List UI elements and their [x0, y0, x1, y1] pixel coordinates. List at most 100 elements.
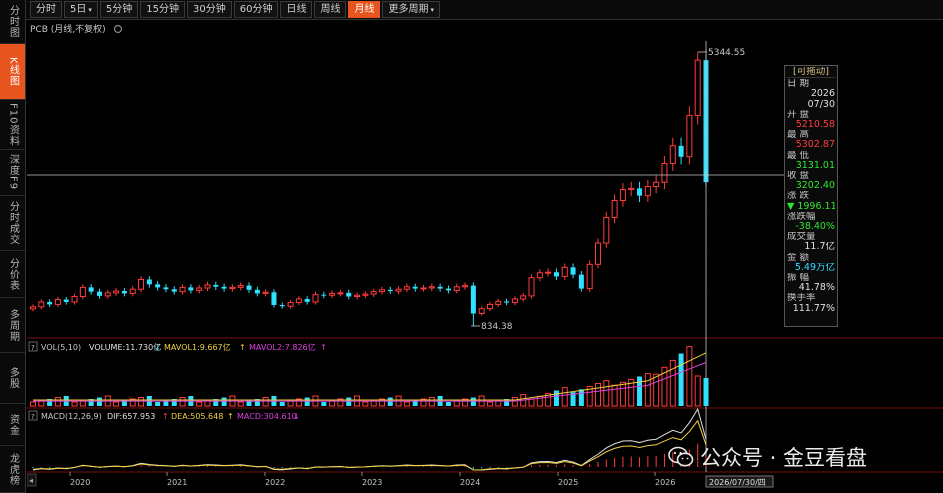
sidebar-item-7[interactable]: 多周期: [0, 298, 25, 353]
watermark-text: 公众号 · 金豆看盘: [700, 446, 868, 470]
candle-body-up: [295, 298, 302, 304]
sidebar-item-5[interactable]: 分时成交: [0, 196, 25, 251]
period-tab-label: 30分钟: [193, 4, 226, 15]
period-tab-2[interactable]: 5日 ▾: [64, 1, 98, 18]
volume-bar-up: [179, 397, 186, 407]
volume-bar-up: [54, 397, 61, 407]
candle-body-down: [570, 267, 576, 275]
info-low-value: 3131.01: [795, 160, 835, 171]
period-tab-label: 月线: [354, 4, 375, 15]
volume-bar-down: [155, 402, 161, 406]
candle-body-up: [520, 295, 527, 300]
info-amount-value: 5.49万亿: [794, 262, 835, 273]
volume-bar-down: [321, 402, 327, 406]
volume-bar-up: [30, 401, 36, 407]
sidebar-item-3[interactable]: F10资料: [0, 100, 25, 150]
info-date-label: 日 期: [787, 79, 810, 90]
macd-dif-value: DIF:657.953: [107, 412, 155, 421]
candle-body-down: [412, 286, 418, 289]
volume-bar-up: [603, 380, 610, 407]
candle-body-down: [254, 289, 260, 294]
period-tab-label: 分时: [36, 4, 56, 15]
candle-body-up: [628, 187, 635, 191]
candle-body-up: [354, 294, 361, 297]
info-close-label: 收 盘: [787, 171, 810, 182]
volume-bar-up: [611, 384, 618, 407]
volume-bar-up: [428, 397, 435, 407]
candle-body-up: [644, 186, 651, 197]
period-tab-7[interactable]: 日线: [280, 1, 313, 18]
bar-info-panel[interactable]: [可拖动] 日 期 2026 07/30 开 盘 5210.58 最 高 530…: [784, 65, 838, 327]
info-change-value: ▼ 1996.11: [787, 201, 835, 212]
x-axis-year-label: 2022: [265, 478, 285, 487]
volume-bar-up: [619, 381, 626, 407]
info-open-label: 开 盘: [787, 109, 810, 120]
candle-body-up: [104, 292, 111, 297]
candle-body-up: [54, 299, 61, 305]
period-tab-3[interactable]: 5分钟: [99, 1, 139, 18]
candle-body-up: [536, 272, 543, 279]
candle-body-up: [262, 291, 269, 294]
volume-bar-up: [403, 401, 410, 407]
info-high-label: 最 高: [787, 130, 810, 141]
period-tab-4[interactable]: 15分钟: [140, 1, 185, 18]
sidebar-item-10[interactable]: 龙虎榜: [0, 446, 25, 493]
period-tab-9[interactable]: 月线: [348, 1, 381, 18]
volume-bar-up: [669, 359, 676, 407]
info-low-label: 最 低: [787, 150, 810, 161]
down-arrow-icon: ↓: [293, 412, 300, 421]
candle-body-up: [312, 294, 319, 303]
up-arrow-icon: ↑: [162, 412, 169, 421]
vol-mavol1-value: MAVOL1:9.667亿: [164, 342, 231, 352]
info-turnover-label: 换手率: [787, 293, 816, 304]
candle-body-up: [38, 301, 45, 308]
up-arrow-icon: ↑: [320, 343, 327, 352]
volume-bar-down: [346, 397, 352, 406]
candle-body-up: [619, 189, 626, 202]
period-tab-8[interactable]: 周线: [314, 1, 347, 18]
candle-body-up: [603, 217, 610, 244]
candle-body-down: [146, 279, 152, 285]
info-pct-value: -38.40%: [795, 222, 835, 233]
sidebar-item-2[interactable]: K线图: [0, 44, 25, 100]
candle-body-down: [163, 287, 169, 290]
candle-body-up: [403, 286, 410, 290]
sidebar-item-8[interactable]: 多股: [0, 352, 25, 404]
period-tab-10[interactable]: 更多周期 ▾: [382, 1, 440, 18]
volume-bar-up: [511, 397, 518, 407]
sidebar-item-1[interactable]: 分时图: [0, 0, 25, 44]
sidebar-item-6[interactable]: 分价表: [0, 251, 25, 298]
candle-body-down: [171, 289, 177, 292]
volume-bar-down: [279, 402, 285, 406]
volume-bar-down: [470, 397, 476, 406]
candle-body-down: [155, 284, 161, 288]
volume-bar-up: [113, 401, 120, 407]
vol-volume-value: VOLUME:11.730亿: [89, 342, 161, 352]
info-turnover-value: 111.77%: [792, 303, 835, 314]
period-tab-5[interactable]: 30分钟: [187, 1, 232, 18]
candle-body-up: [661, 162, 668, 183]
info-close-value: 3202.40: [795, 181, 835, 192]
volume-bar-up: [594, 383, 601, 407]
candle-body-up: [79, 286, 86, 297]
candle-body-down: [553, 272, 559, 277]
sidebar-item-9[interactable]: 资金: [0, 404, 25, 446]
candle-body-up: [428, 286, 435, 289]
candle-body-down: [387, 289, 393, 292]
candle-body-up: [462, 285, 469, 288]
period-tab-label: 更多周期: [388, 4, 429, 15]
chevron-down-icon: ▾: [430, 6, 434, 14]
candle-body-down: [445, 288, 451, 291]
candle-body-up: [370, 291, 377, 295]
period-tab-1[interactable]: 分时: [30, 1, 62, 18]
macd-indicator-name: MACD(12,26,9): [41, 412, 102, 421]
sidebar: 分时图 K线图 F10资料 深度F9 分时成交 分价表 多周期 多股 资金 龙虎榜: [0, 0, 26, 493]
sidebar-item-4[interactable]: 深度F9: [0, 150, 25, 196]
candle-body-down: [346, 292, 352, 297]
watermark: 公众号 · 金豆看盘: [668, 442, 867, 472]
candle-body-up: [362, 293, 369, 296]
candle-body-up: [179, 286, 186, 293]
period-tab-6[interactable]: 60分钟: [233, 1, 279, 18]
period-tab-label: 周线: [320, 4, 341, 15]
info-panel-title: [可拖动]: [787, 67, 835, 79]
